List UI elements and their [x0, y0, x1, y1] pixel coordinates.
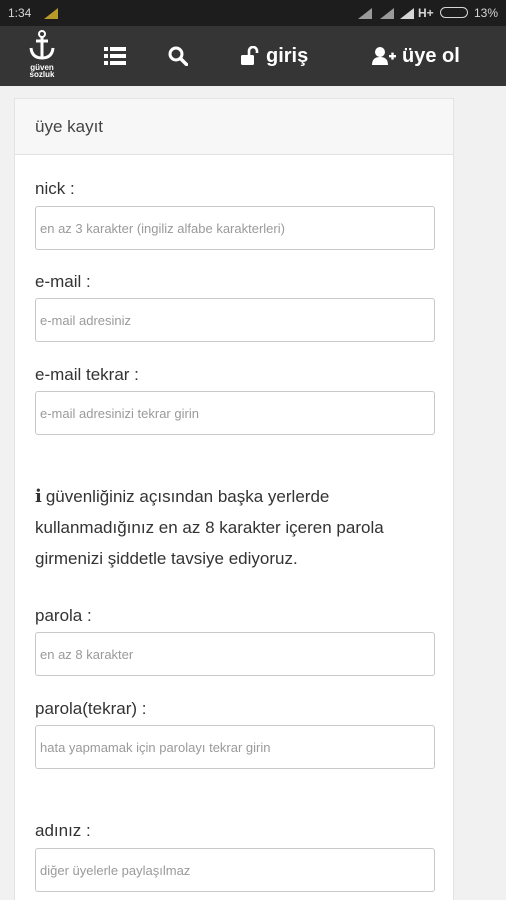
- anchor-icon: [29, 30, 55, 60]
- topics-list-button[interactable]: [104, 43, 126, 69]
- search-icon: [168, 46, 188, 66]
- password-input[interactable]: [35, 632, 435, 676]
- email-input[interactable]: [35, 298, 435, 342]
- battery-level: 13%: [474, 6, 499, 20]
- signal-icon: [358, 8, 372, 19]
- add-user-icon: [372, 47, 396, 65]
- registration-panel: üye kayıt nick : e-mail : e-mail tekrar …: [14, 98, 454, 900]
- password-advice-text: güvenliğiniz açısından başka yerlerde ku…: [35, 487, 384, 568]
- logo-text-bottom: sozluk: [29, 70, 55, 79]
- status-bar: 1:34 H+ 13%: [0, 0, 506, 26]
- list-icon: [104, 47, 126, 65]
- panel-title: üye kayıt: [15, 99, 453, 155]
- email-repeat-label: e-mail tekrar :: [35, 365, 139, 384]
- name-input[interactable]: [35, 848, 435, 892]
- login-button[interactable]: giriş: [240, 42, 308, 70]
- password-repeat-label: parola(tekrar) :: [35, 699, 147, 718]
- battery-icon: [440, 7, 468, 18]
- nick-label: nick :: [35, 179, 75, 198]
- email-label: e-mail :: [35, 272, 91, 291]
- nick-input[interactable]: [35, 206, 435, 250]
- password-advice: i güvenliğiniz açısından başka yerlerde k…: [35, 481, 435, 574]
- status-time: 1:34: [8, 6, 32, 20]
- site-logo[interactable]: güven sozluk: [22, 30, 62, 82]
- signal-icon: [400, 8, 414, 19]
- register-button[interactable]: üye ol: [372, 42, 460, 70]
- password-repeat-input[interactable]: [35, 725, 435, 769]
- network-type: H+: [418, 6, 434, 20]
- search-button[interactable]: [168, 43, 188, 69]
- name-label: adınız :: [35, 821, 91, 840]
- info-icon: i: [35, 486, 42, 507]
- top-navbar: güven sozluk giriş üye ol: [0, 26, 506, 86]
- email-repeat-input[interactable]: [35, 391, 435, 435]
- signal-icon: [380, 8, 394, 19]
- password-label: parola :: [35, 606, 92, 625]
- login-label: giriş: [266, 44, 309, 67]
- signal-icon: [44, 8, 58, 19]
- unlock-icon: [241, 46, 259, 65]
- register-label: üye ol: [402, 44, 460, 67]
